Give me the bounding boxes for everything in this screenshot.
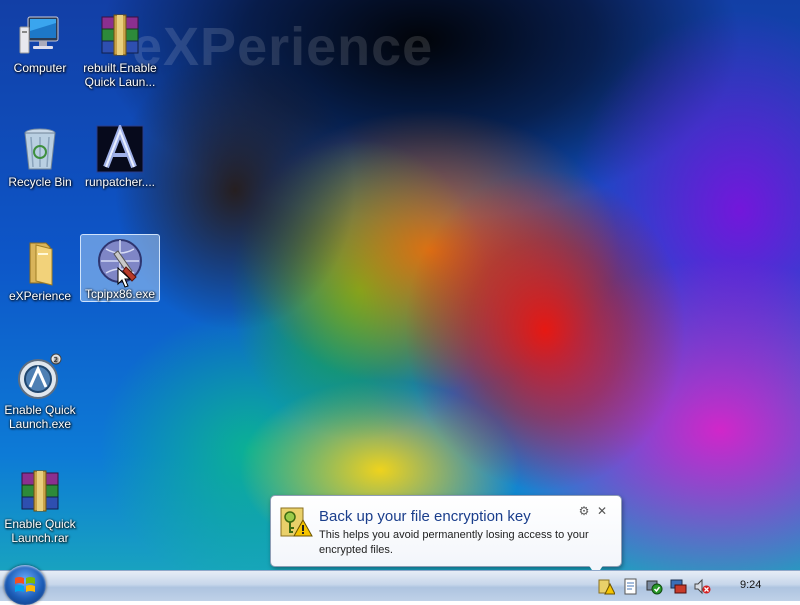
desktop-icon-tcpipx86[interactable]: Tcpipx86.exe	[80, 234, 160, 302]
start-button[interactable]	[4, 565, 46, 605]
desktop-icon-label: Tcpipx86.exe	[84, 287, 156, 301]
desktop-icon-label: Enable Quick Launch.rar	[4, 517, 76, 545]
notification-close-button[interactable]: ✕	[595, 504, 609, 518]
desktop-icon-label: Enable Quick Launch.exe	[4, 403, 76, 431]
desktop-icon-enable-quick-launch-exe[interactable]: 2 Enable Quick Launch.exe	[0, 350, 80, 431]
desktop-icon-enable-quick-launch-rar[interactable]: Enable Quick Launch.rar	[0, 464, 80, 545]
desktop-icon-label: runpatcher....	[84, 175, 156, 189]
runpatcher-icon	[96, 122, 144, 173]
notification-title: Back up your file encryption key	[319, 508, 531, 525]
network-icon[interactable]	[670, 578, 687, 595]
windows-logo-icon	[15, 577, 35, 592]
encryption-backup-notification[interactable]: Back up your file encryption key This he…	[270, 495, 622, 567]
desktop-icon-recycle-bin[interactable]: Recycle Bin	[0, 122, 80, 196]
computer-icon	[16, 11, 64, 59]
warning-key-icon[interactable]	[598, 578, 616, 595]
desktop-icon-label: Recycle Bin	[8, 175, 72, 189]
desktop-icon-experience-folder[interactable]: eXPerience	[0, 236, 80, 310]
recycle-bin-icon	[16, 125, 64, 173]
notification-options-button[interactable]: ⚙	[577, 504, 591, 518]
svg-text:2: 2	[54, 356, 58, 364]
desktop-icon-rebuilt-archive[interactable]: rebuilt.Enable Quick Laun...	[80, 8, 160, 89]
security-check-icon[interactable]	[646, 578, 663, 595]
document-icon[interactable]	[622, 578, 639, 595]
desktop-icon-label: eXPerience	[8, 289, 72, 303]
quick-launch-app-icon: 2	[16, 353, 64, 401]
volume-muted-icon[interactable]	[694, 578, 711, 595]
desktop-icon-label: Computer	[13, 61, 67, 75]
encryption-key-warning-icon	[279, 506, 313, 538]
desktop[interactable]: eXPerience Computer rebuilt.Enable Quick…	[0, 0, 800, 570]
notification-message: This helps you avoid permanently losing …	[319, 529, 589, 556]
taskbar: 9:24	[0, 565, 800, 605]
desktop-icon-runpatcher[interactable]: runpatcher....	[80, 122, 160, 196]
wallpaper-text: eXPerience	[132, 17, 434, 77]
system-tray: 9:24	[592, 571, 800, 601]
folder-icon	[16, 239, 64, 287]
mouse-cursor-icon	[117, 267, 132, 288]
desktop-icon-computer[interactable]: Computer	[0, 8, 80, 82]
desktop-icon-label: rebuilt.Enable Quick Laun...	[83, 61, 157, 89]
winrar-archive-icon	[96, 11, 144, 59]
winrar-archive-icon	[16, 467, 64, 515]
taskbar-clock[interactable]: 9:24	[740, 579, 761, 591]
